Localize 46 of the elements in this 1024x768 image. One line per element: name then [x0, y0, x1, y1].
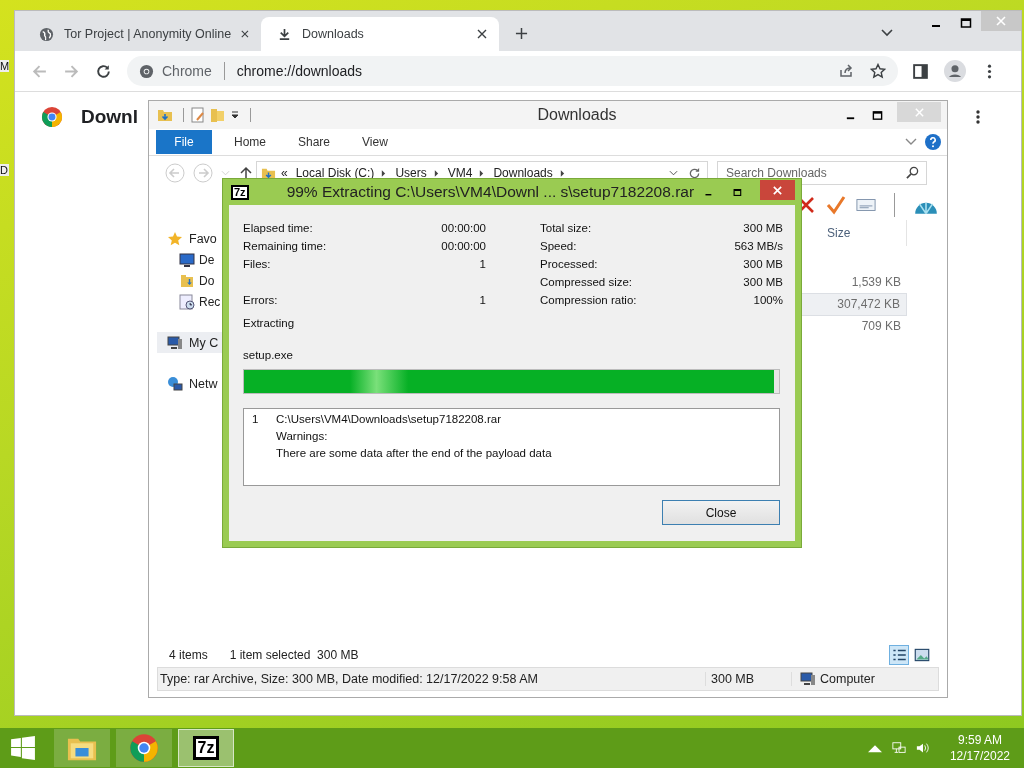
stat-value: 300 MB: [743, 222, 783, 234]
stat-label: Speed:: [540, 240, 577, 252]
site-label: Chrome: [162, 63, 212, 79]
message-text: Warnings:: [276, 429, 329, 444]
nav-label: De: [199, 252, 215, 267]
operation-text: Extracting: [243, 316, 296, 331]
nav-label: Do: [199, 273, 215, 288]
stat-label: Compression ratio:: [540, 294, 637, 306]
stat-label: Files:: [243, 258, 271, 270]
stat-label: Elapsed time:: [243, 222, 313, 234]
size-text: 300 MB: [706, 672, 792, 686]
page-heading: Downl: [81, 106, 138, 128]
app-icon: 7z: [231, 184, 249, 200]
message-text: C:\Users\VM4\Downloads\setup7182208.rar: [276, 412, 502, 427]
tab-title: Tor Project | Anonymity Online: [64, 27, 232, 41]
location-text: Computer: [820, 672, 875, 686]
stat-value: 00:00:00: [441, 240, 486, 252]
window-title: Downloads: [536, 106, 618, 124]
stat-value: 563 MB/s: [734, 240, 783, 252]
stat-value: 00:00:00: [441, 222, 486, 234]
selection-info: 1 item selected 300 MB: [229, 648, 359, 662]
dialog-title: 99% Extracting C:\Users\VM4\Downl ... s\setup7182208.rar: [286, 183, 695, 201]
current-file: setup.exe: [243, 348, 294, 363]
clock-date: 12/17/2022: [949, 748, 1010, 764]
stat-label: Compressed size:: [540, 276, 633, 288]
nav-label: My C: [189, 335, 219, 350]
stat-label: Processed:: [540, 258, 598, 270]
url-text: chrome://downloads: [236, 63, 363, 79]
stat-label: Total size:: [540, 222, 592, 234]
nav-label: Favo: [189, 231, 217, 246]
stat-label: Errors:: [243, 294, 278, 306]
stat-value: 1: [479, 294, 486, 306]
app-icon: 7z: [192, 736, 220, 760]
nav-label: Rec: [199, 294, 221, 309]
stat-label: Remaining time:: [243, 240, 327, 252]
clock-time: 9:59 AM: [957, 732, 1002, 748]
tab-title: Downloads: [302, 27, 365, 41]
nav-label: Netw: [189, 376, 218, 391]
item-count: 4 items: [169, 648, 208, 662]
stat-value: 1: [479, 258, 486, 270]
message-number: 1: [252, 412, 260, 427]
message-text: There are some data after the end of the payload data: [276, 446, 552, 461]
stat-value: 300 MB: [743, 276, 783, 288]
stat-value: 300 MB: [743, 258, 783, 270]
details-text: Type: rar Archive, Size: 300 MB, Date modified: 12/17/2022 9:58 AM: [158, 672, 706, 686]
stat-value: 100%: [753, 294, 783, 306]
